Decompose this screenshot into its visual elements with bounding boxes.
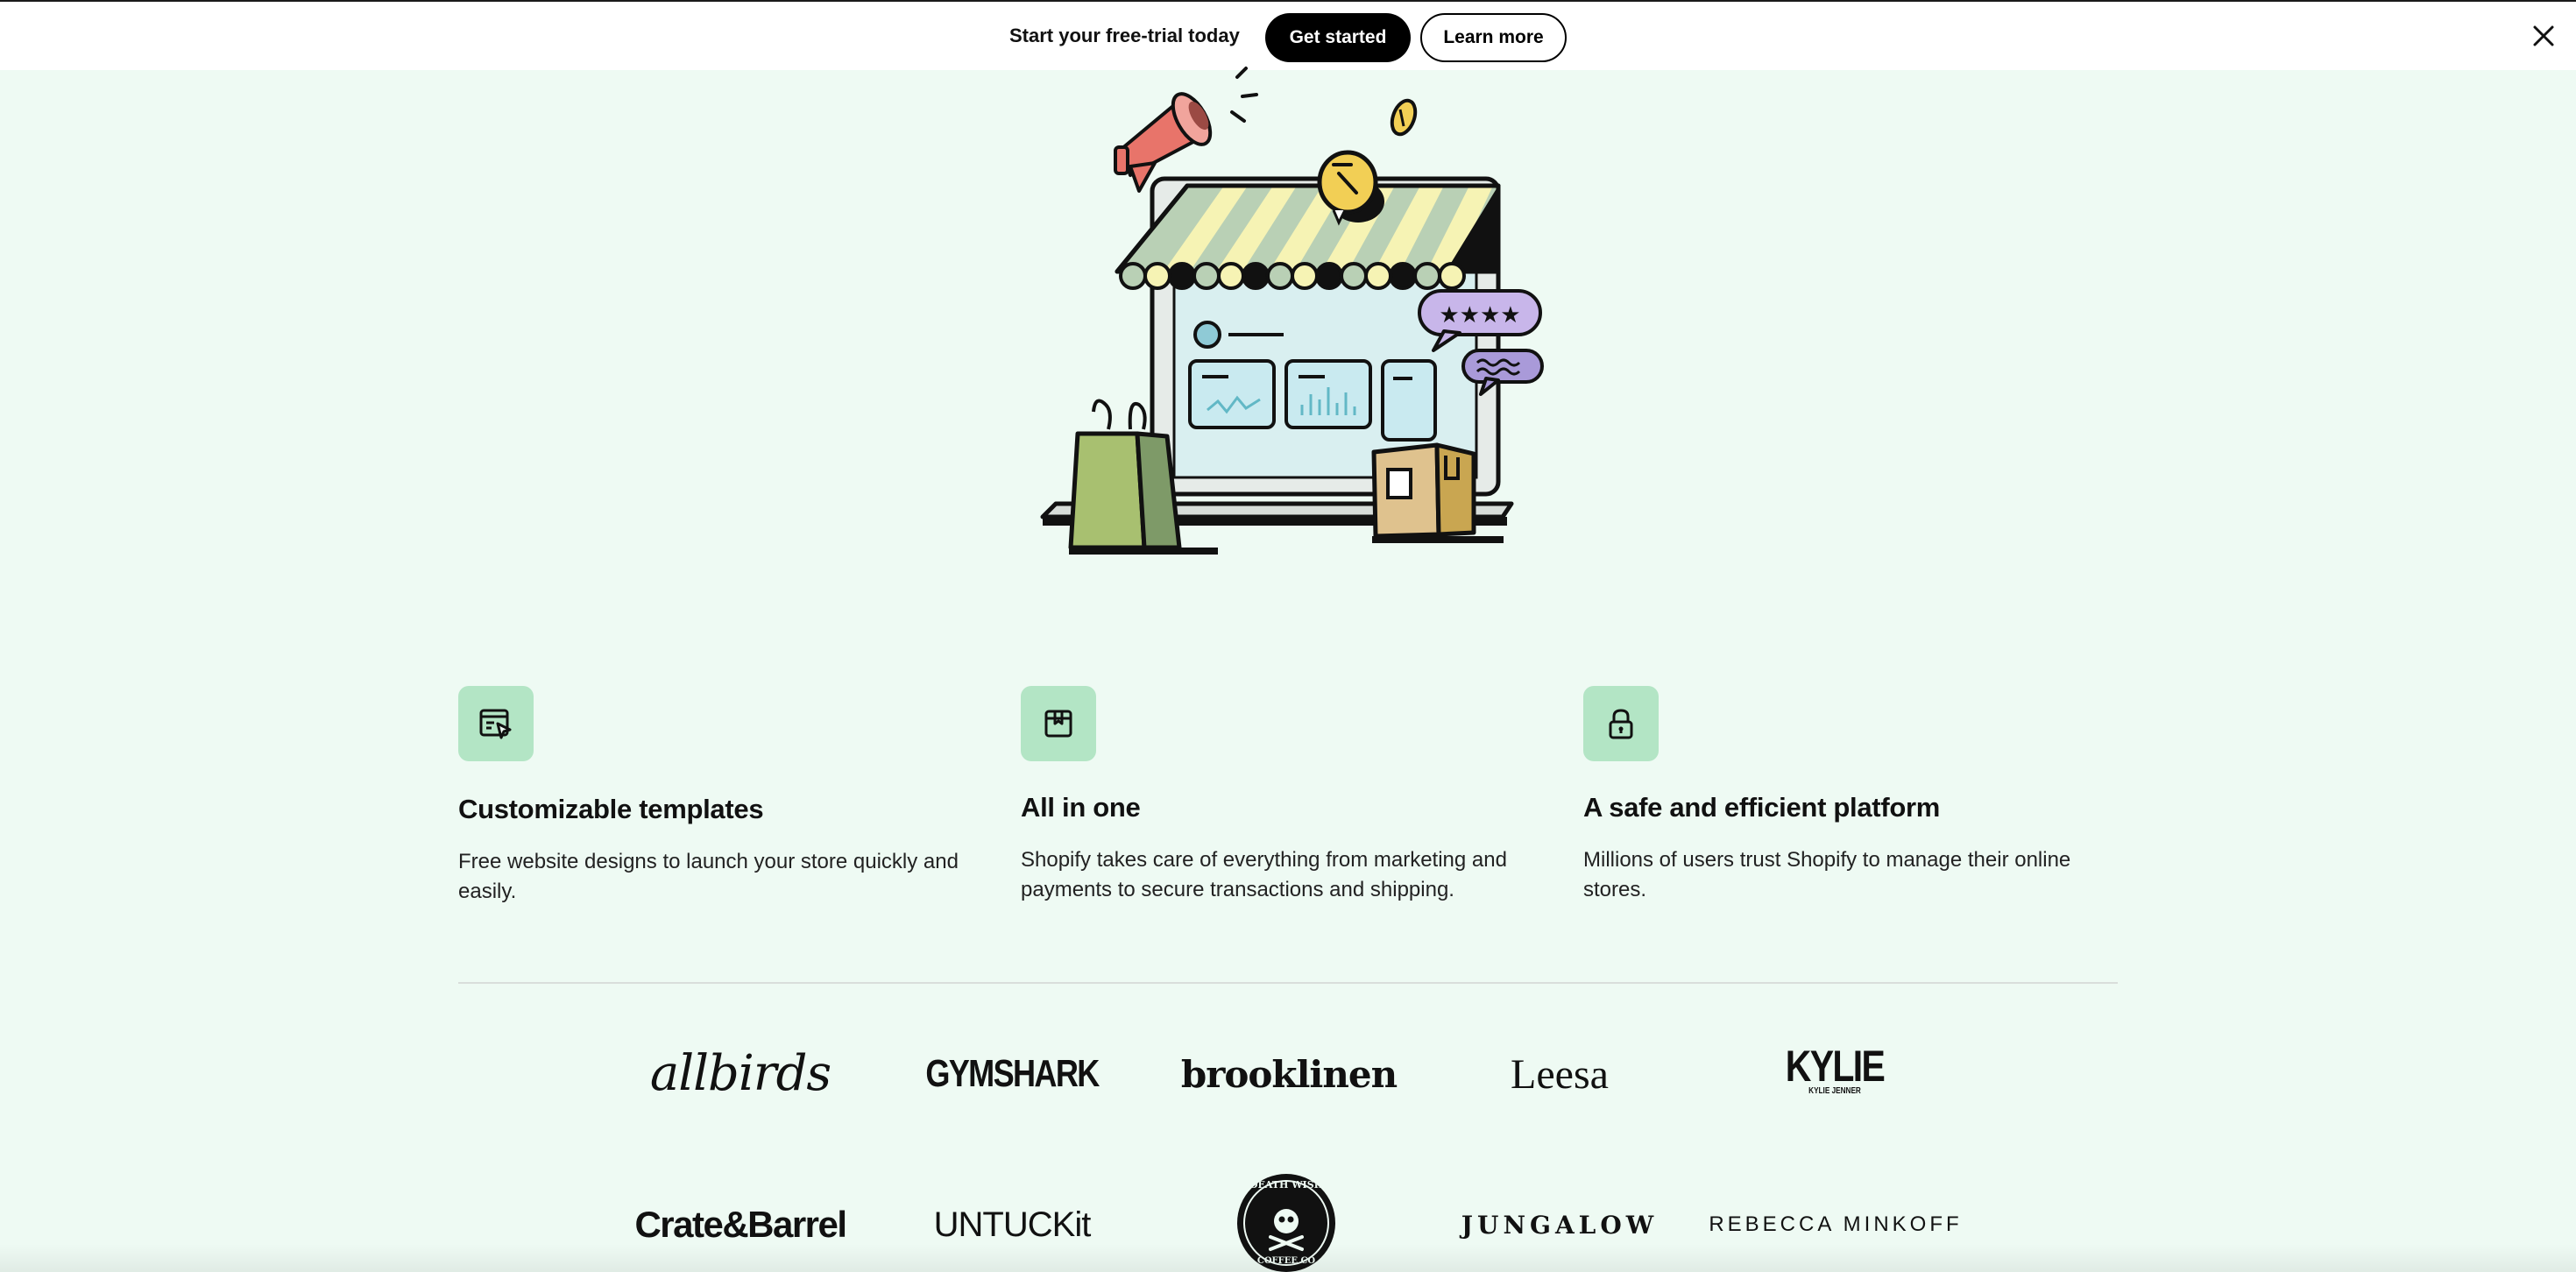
brand-logo-leesa: Leesa xyxy=(1511,1050,1609,1098)
brand-logo-jungalow: JUNGALOW xyxy=(1461,1210,1659,1240)
storefront-illustration: ★★★★ xyxy=(1008,61,1568,561)
feature-title: All in one xyxy=(1021,792,1141,823)
brand-logo-kylie-sub: KYLIE JENNER xyxy=(1808,1085,1861,1096)
storefront-illustration-svg: ★★★★ xyxy=(1040,67,1544,555)
feature-description: Millions of users trust Shopify to manag… xyxy=(1583,848,2071,901)
template-cursor-icon xyxy=(458,686,534,761)
store-bag-icon xyxy=(1021,686,1096,761)
rating-stars: ★★★★ xyxy=(1439,302,1520,329)
promo-banner: Start your free-trial today Get started … xyxy=(0,0,2576,70)
brand-logo-rebecca-minkoff: REBECCA MINKOFF xyxy=(1709,1212,1963,1236)
section-divider xyxy=(458,982,2118,984)
feature-description: Free website designs to launch your stor… xyxy=(458,850,959,903)
get-started-button[interactable]: Get started xyxy=(1265,13,1411,62)
feature-title: A safe and efficient platform xyxy=(1583,792,1941,823)
coin-icon xyxy=(1390,98,1418,137)
brand-logo-kylie: KYLIE xyxy=(1785,1042,1886,1091)
brand-logo-death-wish: DEATH WISH COFFEE CO xyxy=(1237,1174,1335,1272)
promo-text: Start your free-trial today xyxy=(1009,25,1240,46)
learn-more-button[interactable]: Learn more xyxy=(1420,13,1567,62)
death-wish-text: DEATH WISH xyxy=(1249,1179,1324,1191)
brand-logo-untuckit: UNTUCKit xyxy=(933,1205,1092,1244)
brand-logo-crate-barrel: Crate&Barrel xyxy=(634,1204,847,1245)
brand-logo-gymshark: GYMSHARK xyxy=(925,1052,1100,1095)
feature-title: Customizable templates xyxy=(458,794,764,824)
death-wish-subtext: COFFEE CO xyxy=(1256,1256,1316,1266)
megaphone-icon xyxy=(1114,67,1258,193)
brand-logo-allbirds: allbirds xyxy=(649,1044,832,1102)
lock-icon xyxy=(1583,686,1659,761)
brand-logo-brooklinen: brooklinen xyxy=(1180,1052,1398,1096)
close-icon[interactable] xyxy=(2530,23,2557,49)
feature-description: Shopify takes care of everything from ma… xyxy=(1021,848,1507,901)
